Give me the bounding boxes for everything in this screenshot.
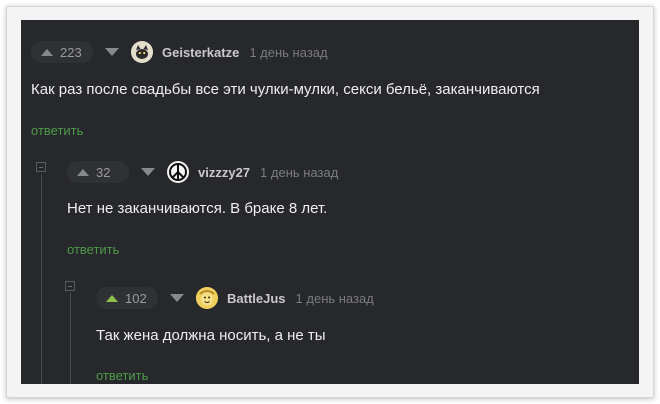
minus-icon: [68, 285, 72, 287]
comment-header: 32 vizzzy27 1 день назад: [67, 161, 338, 183]
collapse-thread-button[interactable]: [65, 281, 75, 291]
comment-2: 32 vizzzy27 1 день назад Нет не заканчив…: [67, 161, 627, 261]
vote-count: 32: [96, 164, 111, 180]
downvote-button[interactable]: [129, 161, 167, 183]
cat-avatar-icon[interactable]: [131, 41, 153, 63]
downvote-arrow-icon: [141, 168, 155, 176]
image-frame: 223 Geisterkatze 1 день назад Как раз по…: [6, 6, 654, 398]
timestamp: 1 день назад: [295, 290, 374, 306]
comment-1: 223 Geisterkatze 1 день назад Как раз по…: [31, 41, 631, 141]
username[interactable]: Geisterkatze: [162, 45, 239, 60]
minus-icon: [39, 166, 43, 168]
comment-header: 223 Geisterkatze 1 день назад: [31, 41, 328, 63]
vote-count: 223: [60, 44, 82, 60]
reply-link[interactable]: ответить: [31, 123, 83, 138]
username[interactable]: BattleJus: [227, 291, 286, 306]
username[interactable]: vizzzy27: [198, 165, 250, 180]
downvote-arrow-icon: [105, 48, 119, 56]
comment-text: Нет не заканчиваются. В браке 8 лет.: [67, 200, 328, 217]
thread-line[interactable]: [70, 293, 71, 384]
upvote-button[interactable]: 223: [31, 41, 93, 63]
downvote-arrow-icon: [170, 294, 184, 302]
upvote-arrow-icon: [106, 294, 118, 302]
downvote-button[interactable]: [93, 41, 131, 63]
collapse-thread-button[interactable]: [36, 162, 46, 172]
reply-link[interactable]: ответить: [96, 368, 148, 383]
comment-text: Как раз после свадьбы все эти чулки-мулк…: [31, 81, 540, 98]
thread-line[interactable]: [41, 174, 42, 384]
upvote-button[interactable]: 102: [96, 287, 158, 309]
comment-text: Так жена должна носить, а не ты: [96, 327, 326, 344]
downvote-button[interactable]: [158, 287, 196, 309]
timestamp: 1 день назад: [249, 44, 328, 60]
upvote-arrow-icon: [77, 168, 89, 176]
yellow-cartoon-avatar-icon[interactable]: [196, 287, 218, 309]
timestamp: 1 день назад: [260, 164, 339, 180]
upvote-button[interactable]: 32: [67, 161, 129, 183]
upvote-arrow-icon: [41, 48, 53, 56]
comment-3: 102 BattleJus 1 день назад Так жена долж…: [96, 287, 626, 384]
peace-sign-avatar-icon[interactable]: [167, 161, 189, 183]
reply-link[interactable]: ответить: [67, 242, 119, 257]
comment-header: 102 BattleJus 1 день назад: [96, 287, 374, 309]
comments-panel: 223 Geisterkatze 1 день назад Как раз по…: [21, 20, 639, 384]
vote-count: 102: [125, 290, 147, 306]
